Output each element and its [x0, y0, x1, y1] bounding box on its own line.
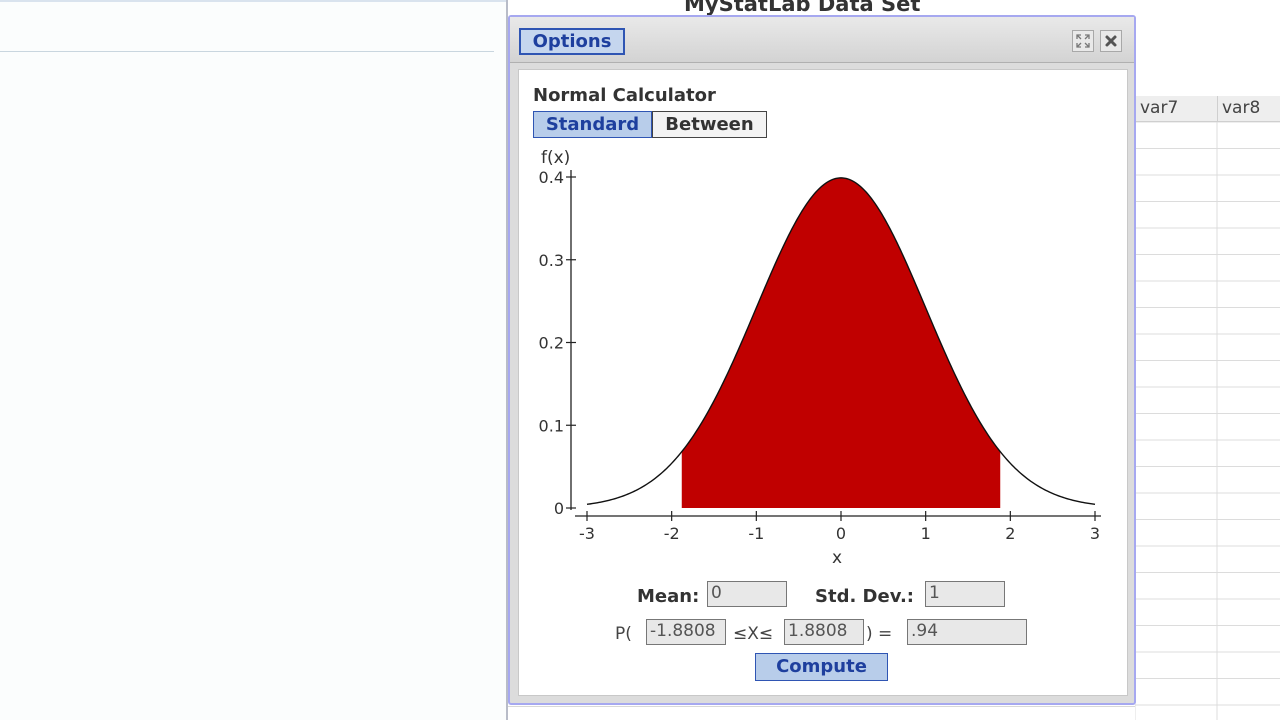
normal-distribution-chart: f(x) x -3 -2 -1 0 1 2 3 0 0.1 0.2 0.3 0.4 [539, 148, 1101, 568]
std-dev-label: Std. Dev.: [815, 586, 915, 607]
shaded-probability-area [681, 177, 1001, 508]
x-tick-label: -2 [664, 524, 680, 543]
expand-icon[interactable] [1072, 30, 1094, 52]
x-tick-label: -1 [748, 524, 764, 543]
probability-suffix: ) = [866, 624, 893, 644]
x-tick-label: 1 [921, 524, 931, 543]
spreadsheet-bottom-row [508, 706, 1135, 720]
y-tick-label: 0.3 [539, 251, 564, 270]
normal-calculator-dialog[interactable]: Options Normal Calculator Standard Betwe… [508, 15, 1136, 705]
spreadsheet-grid [1135, 122, 1280, 720]
probability-prefix: P( [615, 624, 632, 644]
calculator-panel: Normal Calculator Standard Between f(x) … [518, 69, 1128, 696]
x-tick-label: 3 [1090, 524, 1100, 543]
mean-field[interactable]: 0 [707, 581, 787, 607]
compute-button[interactable]: Compute [755, 653, 888, 681]
std-dev-field[interactable]: 1 [925, 581, 1005, 607]
close-icon[interactable] [1100, 30, 1122, 52]
y-tick-label: 0.2 [539, 334, 564, 353]
y-tick-label: 0.4 [539, 168, 564, 187]
y-axis-label: f(x) [541, 148, 570, 168]
options-button[interactable]: Options [519, 28, 625, 55]
between-symbol: ≤X≤ [733, 624, 774, 644]
y-tick-label: 0.1 [539, 416, 564, 435]
x-tick-label: 0 [836, 524, 846, 543]
probability-result-field[interactable]: .94 [907, 619, 1027, 645]
header-divider [0, 51, 494, 52]
x-tick-label: -3 [579, 524, 595, 543]
column-header-var7[interactable]: var7 [1135, 96, 1217, 122]
sheet-title: MyStatLab Data Set [684, 0, 921, 16]
y-tick-label: 0 [554, 499, 564, 518]
left-pane [0, 0, 508, 720]
dialog-titlebar[interactable]: Options [510, 17, 1134, 63]
mean-label: Mean: [637, 586, 700, 607]
column-header-var8[interactable]: var8 [1217, 96, 1280, 122]
top-divider [0, 0, 506, 2]
upper-bound-field[interactable]: 1.8808 [784, 619, 864, 645]
x-tick-label: 2 [1005, 524, 1015, 543]
x-axis-label: x [832, 548, 842, 568]
lower-bound-field[interactable]: -1.8808 [646, 619, 726, 645]
